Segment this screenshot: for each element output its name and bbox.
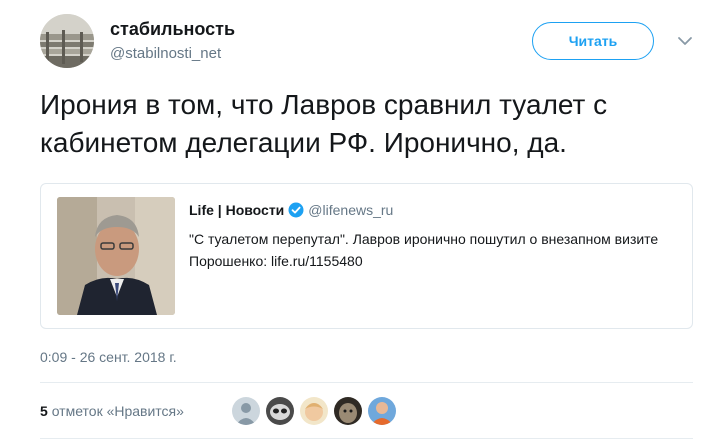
liker-avatar[interactable] <box>300 397 328 425</box>
verified-badge-icon <box>288 202 304 218</box>
quoted-tweet-header: Life | Новости @lifenews_ru <box>189 202 393 218</box>
quoted-tweet-photo <box>57 197 175 315</box>
follow-button[interactable]: Читать <box>532 22 654 60</box>
likes-count-link[interactable]: 5 отметок «Нравится» <box>40 403 184 419</box>
chevron-down-icon[interactable] <box>676 32 694 50</box>
quoted-author-handle[interactable]: @lifenews_ru <box>308 202 393 218</box>
quoted-tweet-text: "С туалетом перепутал". Лавров иронично … <box>189 231 659 269</box>
likes-label: отметок «Нравится» <box>51 403 184 419</box>
liker-avatar[interactable] <box>334 397 362 425</box>
divider <box>40 382 693 383</box>
divider <box>40 438 693 439</box>
liker-avatar[interactable] <box>232 397 260 425</box>
tweet-text: Ирония в том, что Лавров сравнил туалет … <box>40 89 608 158</box>
likes-count: 5 <box>40 403 48 419</box>
quoted-author-name[interactable]: Life | Новости <box>189 202 284 218</box>
tweet-card: стабильность @stabilnosti_net Читать Иро… <box>0 0 723 446</box>
quoted-tweet[interactable]: Life | Новости @lifenews_ru "С туалетом … <box>40 183 693 329</box>
author-screen-name[interactable]: @stabilnosti_net <box>110 45 221 62</box>
liker-avatar[interactable] <box>368 397 396 425</box>
author-avatar[interactable] <box>40 14 94 68</box>
likers-avatars <box>232 397 402 425</box>
liker-avatar[interactable] <box>266 397 294 425</box>
tweet-timestamp[interactable]: 0:09 - 26 сент. 2018 г. <box>40 349 177 365</box>
author-display-name[interactable]: стабильность <box>110 19 235 40</box>
